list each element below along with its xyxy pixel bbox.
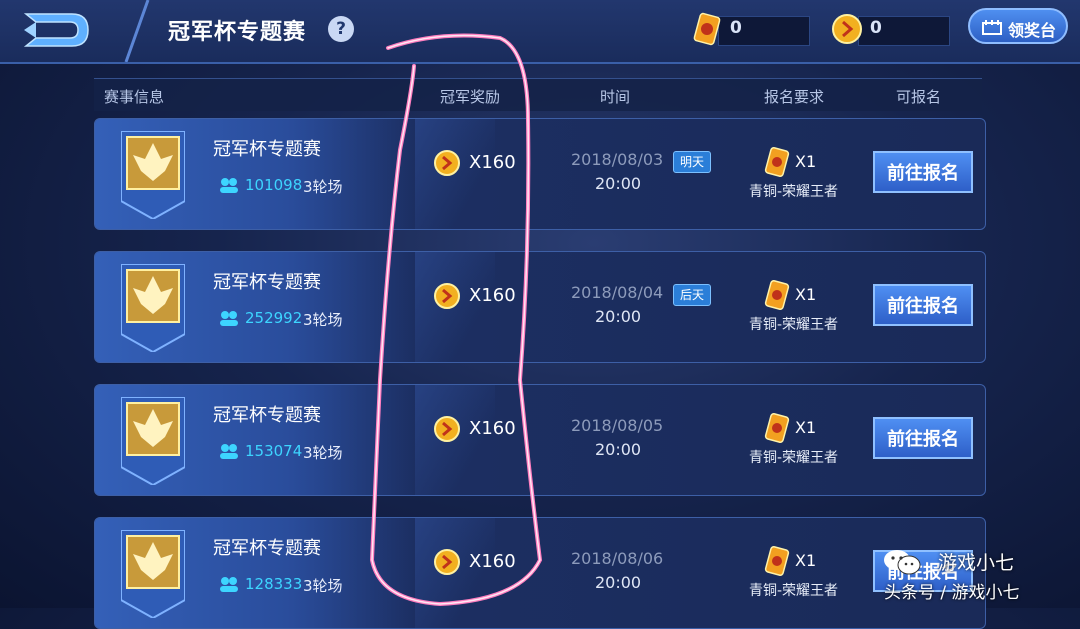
column-header-champion-reward: 冠军奖励: [440, 88, 501, 106]
match-date: 2018/08/04: [571, 283, 664, 302]
gold-coin-icon: [434, 283, 460, 309]
tournament-row[interactable]: 冠军杯专题赛 153074 3轮场 X160 2018/08/05 20:00 …: [94, 384, 986, 496]
column-header-time: 时间: [600, 88, 631, 106]
tournament-row[interactable]: 冠军杯专题赛 101098 3轮场 X160 2018/08/03 20:00 …: [94, 118, 986, 230]
rank-requirement: 青铜-荣耀王者: [749, 317, 839, 333]
award-podium-button[interactable]: 领奖台: [968, 8, 1068, 44]
rank-requirement: 青铜-荣耀王者: [749, 184, 839, 200]
day-tag: 后天: [673, 284, 712, 306]
people-icon: [220, 311, 238, 326]
match-time: 20:00: [595, 440, 642, 459]
rank-requirement: 青铜-荣耀王者: [749, 450, 839, 466]
ticket-cost: X1: [795, 418, 817, 437]
gold-coin-icon: [434, 150, 460, 176]
gold-coin-icon: [434, 549, 460, 575]
participant-count: 101098: [245, 176, 303, 194]
rounds-label: 3轮场: [303, 577, 343, 595]
gold-coin-icon: [434, 416, 460, 442]
divider-slash: [124, 0, 150, 62]
participant-count: 252992: [245, 309, 303, 327]
signup-button[interactable]: 前往报名: [873, 284, 973, 326]
reward-amount: X160: [469, 285, 516, 306]
podium-icon: [982, 20, 1002, 35]
rank-requirement: 青铜-荣耀王者: [749, 583, 839, 599]
rounds-label: 3轮场: [303, 311, 343, 329]
column-header-signup: 可报名: [896, 88, 942, 106]
reward-amount: X160: [469, 418, 516, 439]
match-date: 2018/08/06: [571, 549, 664, 568]
ticket-balance: 0: [690, 12, 810, 46]
help-button[interactable]: ?: [328, 16, 354, 42]
wechat-logo-icon: [884, 550, 921, 575]
tournament-row[interactable]: 冠军杯专题赛 252992 3轮场 X160 2018/08/04 20:00 …: [94, 251, 986, 363]
gold-ticket-icon: [764, 546, 790, 576]
ticket-balance-value: 0: [730, 18, 742, 38]
match-date: 2018/08/03: [571, 150, 664, 169]
reward-amount: X160: [469, 152, 516, 173]
people-icon: [220, 577, 238, 592]
gold-ticket-icon: [693, 12, 721, 46]
match-date: 2018/08/05: [571, 416, 664, 435]
coin-balance-value: 0: [870, 18, 882, 38]
gold-coin-icon: [832, 14, 862, 44]
tournament-badge-icon: [121, 530, 185, 618]
column-header-requirement: 报名要求: [764, 88, 825, 106]
gold-ticket-icon: [764, 413, 790, 443]
ticket-cost: X1: [795, 152, 817, 171]
column-header-event-info: 赛事信息: [104, 88, 165, 106]
tournament-name: 冠军杯专题赛: [213, 272, 321, 293]
table-header: 赛事信息 冠军奖励 时间 报名要求 可报名: [94, 78, 982, 111]
day-tag: 明天: [673, 151, 712, 173]
participant-count: 128333: [245, 575, 303, 593]
signup-button[interactable]: 前往报名: [873, 151, 973, 193]
back-arrow-icon[interactable]: [22, 10, 94, 50]
coin-balance: 0: [830, 12, 950, 46]
ticket-cost: X1: [795, 551, 817, 570]
rounds-label: 3轮场: [303, 444, 343, 462]
tournament-badge-icon: [121, 264, 185, 352]
tournament-row[interactable]: 冠军杯专题赛 128333 3轮场 X160 2018/08/06 20:00 …: [94, 517, 986, 629]
rounds-label: 3轮场: [303, 178, 343, 196]
signup-button[interactable]: 前往报名: [873, 417, 973, 459]
tournament-badge-icon: [121, 131, 185, 219]
match-time: 20:00: [595, 307, 642, 326]
award-button-label: 领奖台: [1008, 21, 1057, 40]
reward-amount: X160: [469, 551, 516, 572]
watermark-source: 头条号 / 游戏小七: [884, 583, 1020, 603]
gold-ticket-icon: [764, 280, 790, 310]
tournament-badge-icon: [121, 397, 185, 485]
top-bar: 冠军杯专题赛 ? 0 0 领奖台: [0, 0, 1080, 64]
gold-ticket-icon: [764, 147, 790, 177]
tournament-name: 冠军杯专题赛: [213, 139, 321, 160]
tournament-name: 冠军杯专题赛: [213, 538, 321, 559]
ticket-cost: X1: [795, 285, 817, 304]
watermark-name: 游戏小七: [938, 552, 1015, 574]
people-icon: [220, 178, 238, 193]
page-title: 冠军杯专题赛: [168, 20, 307, 45]
match-time: 20:00: [595, 174, 642, 193]
participant-count: 153074: [245, 442, 303, 460]
tournament-name: 冠军杯专题赛: [213, 405, 321, 426]
match-time: 20:00: [595, 573, 642, 592]
people-icon: [220, 444, 238, 459]
